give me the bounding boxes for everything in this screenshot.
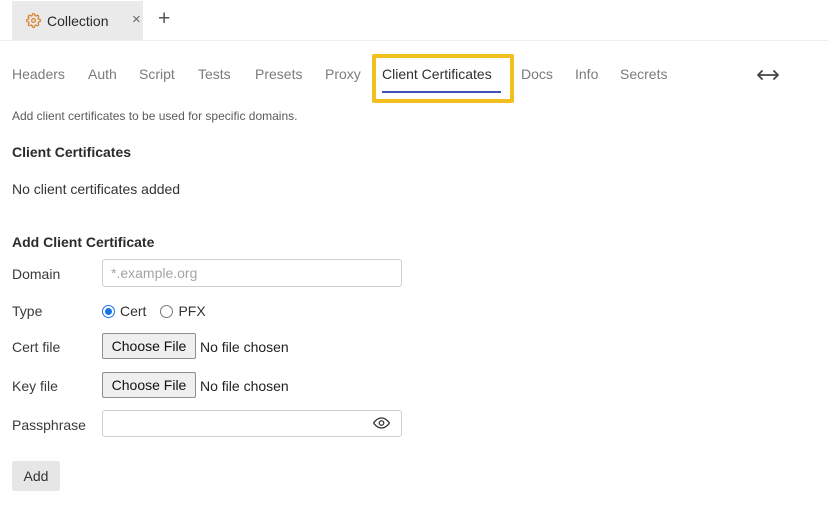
tab-client-certificates[interactable]: Client Certificates — [382, 66, 492, 82]
tab-script[interactable]: Script — [139, 66, 175, 82]
tab-docs[interactable]: Docs — [521, 66, 553, 82]
passphrase-input[interactable] — [102, 410, 402, 437]
tab-tests[interactable]: Tests — [198, 66, 231, 82]
domain-label: Domain — [12, 266, 61, 282]
plus-icon[interactable]: + — [158, 7, 170, 31]
page-description: Add client certificates to be used for s… — [12, 109, 298, 123]
tab-info[interactable]: Info — [575, 66, 598, 82]
cert-radio[interactable] — [102, 304, 115, 318]
tab-auth[interactable]: Auth — [88, 66, 117, 82]
collection-tab-title: Collection — [47, 13, 109, 29]
empty-certificates-message: No client certificates added — [12, 181, 181, 197]
key-file-status: No file chosen — [200, 378, 289, 394]
cert-file-choose-button[interactable]: Choose File — [102, 333, 196, 359]
active-tab-indicator — [382, 91, 501, 93]
tab-proxy[interactable]: Proxy — [325, 66, 361, 82]
type-radio-group: Cert PFX — [102, 302, 220, 320]
close-icon[interactable]: × — [132, 11, 141, 29]
pfx-radio-label[interactable]: PFX — [178, 303, 205, 319]
passphrase-label: Passphrase — [12, 417, 86, 433]
pfx-radio[interactable] — [160, 304, 174, 318]
cert-file-label: Cert file — [12, 339, 61, 355]
add-button[interactable]: Add — [12, 461, 60, 491]
key-file-choose-button[interactable]: Choose File — [102, 372, 196, 398]
domain-input[interactable] — [102, 259, 402, 287]
cert-radio-label[interactable]: Cert — [120, 303, 146, 319]
eye-icon[interactable] — [373, 416, 390, 430]
cert-file-status: No file chosen — [200, 339, 289, 355]
settings-tabs: Headers Auth Script Tests Presets Proxy … — [0, 56, 828, 100]
expand-horizontal-icon[interactable] — [756, 67, 780, 83]
gear-icon — [26, 13, 41, 28]
collection-tab[interactable]: Collection × — [12, 1, 143, 40]
key-file-label: Key file — [12, 378, 58, 394]
add-certificate-heading: Add Client Certificate — [12, 234, 155, 250]
tab-presets[interactable]: Presets — [255, 66, 302, 82]
type-label: Type — [12, 303, 43, 319]
tab-secrets[interactable]: Secrets — [620, 66, 667, 82]
client-certificates-heading: Client Certificates — [12, 144, 132, 160]
tab-strip: Collection × + — [0, 0, 828, 41]
tab-headers[interactable]: Headers — [12, 66, 65, 82]
